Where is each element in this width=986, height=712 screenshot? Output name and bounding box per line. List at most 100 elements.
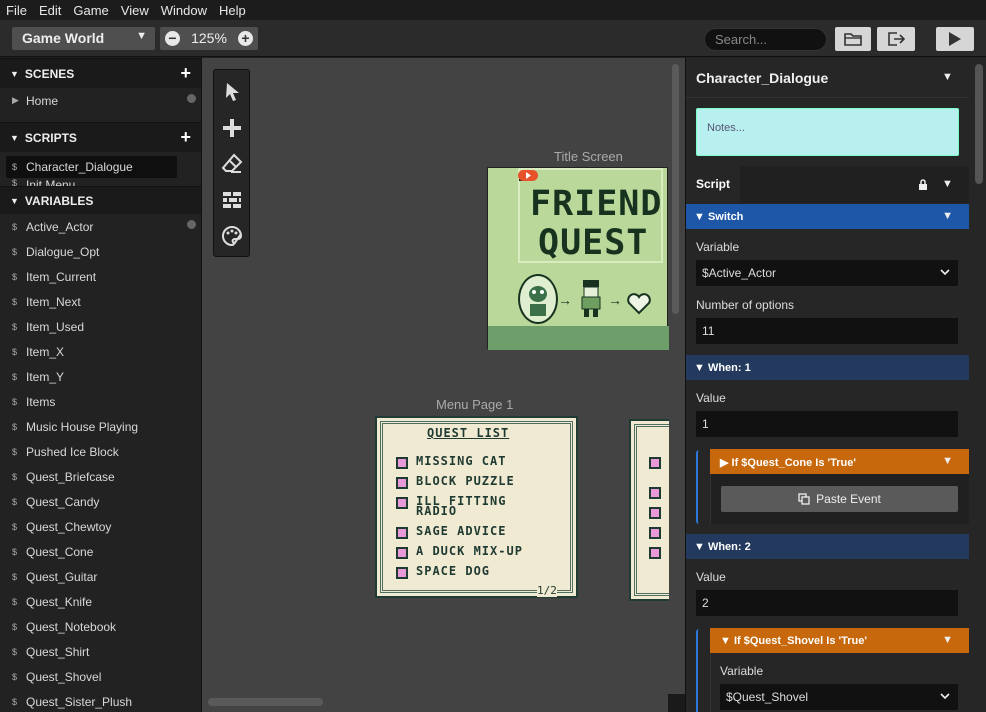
scene-menu-page-1[interactable]: QUEST LIST MISSING CAT BLOCK PUZZLE ILL FI… (375, 416, 578, 598)
sidebar-item-variable[interactable]: $ Quest_Briefcase (0, 464, 201, 489)
add-plus-icon[interactable] (220, 116, 244, 140)
menu-game[interactable]: Game (67, 3, 114, 18)
variable-icon: $ (12, 371, 18, 382)
quest-checkbox (396, 477, 408, 489)
zoom-in-button[interactable]: + (238, 31, 253, 46)
variables-section-header[interactable]: ▼ VARIABLES (0, 186, 201, 214)
ground-strip (488, 326, 669, 350)
sidebar-item-variable[interactable]: $ Music House Playing (0, 414, 201, 439)
sidebar-item-variable[interactable]: $ Item_Y (0, 364, 201, 389)
if-variable-select[interactable]: $Quest_Shovel (720, 684, 958, 710)
sidebar-item-variable[interactable]: $ Quest_Shirt (0, 639, 201, 664)
zoom-out-button[interactable]: − (165, 31, 180, 46)
menu-window[interactable]: Window (155, 3, 213, 18)
lock-icon[interactable] (918, 179, 928, 191)
if-quest-shovel-header[interactable]: ▼ If $Quest_Shovel Is 'True' ▼ (710, 628, 969, 653)
switch-event-header[interactable]: ▼ Switch ▼ (686, 204, 969, 229)
script-title[interactable]: Character_Dialogue (696, 70, 828, 86)
sidebar-item-variable[interactable]: $ Quest_Sister_Plush (0, 689, 201, 712)
sidebar-item-variable[interactable]: $ Item_X (0, 339, 201, 364)
variable-icon: $ (12, 521, 18, 532)
chevron-down-icon: ▼ (10, 132, 19, 143)
when-2-value-input[interactable]: 2 (696, 590, 958, 616)
scripts-section-header[interactable]: ▼ SCRIPTS + (0, 122, 201, 152)
notes-field[interactable]: Notes... (696, 108, 959, 156)
world-view-label: Game World (22, 30, 105, 46)
scene-title-screen[interactable]: FRIEND QUEST → → (487, 167, 669, 350)
variable-name: Quest_Briefcase (26, 469, 115, 484)
sidebar-item-variable[interactable]: $ Pushed Ice Block (0, 439, 201, 464)
tab-script[interactable]: Script (686, 166, 740, 203)
scene-menu-page-2[interactable] (629, 419, 669, 601)
sidebar-item-variable[interactable]: $ Item_Used (0, 314, 201, 339)
chevron-down-icon[interactable]: ▼ (942, 634, 953, 646)
canvas-horizontal-scrollbar[interactable] (208, 698, 323, 706)
when-1-value-input[interactable]: 1 (696, 411, 958, 437)
variable-name: Item_Used (26, 319, 85, 334)
when-1-header[interactable]: ▼ When: 1 (686, 355, 969, 380)
play-marker-icon[interactable] (518, 170, 538, 181)
player-sprite (581, 280, 601, 317)
paste-event-button[interactable]: Paste Event (721, 486, 958, 512)
menu-view[interactable]: View (115, 3, 155, 18)
collapse-triangle-icon: ▼ (694, 211, 708, 223)
export-button[interactable] (877, 27, 915, 51)
quest-item-label: SAGE ADVICE (416, 524, 507, 538)
value-label: Value (696, 570, 726, 584)
sidebar-item-variable[interactable]: $ Quest_Chewtoy (0, 514, 201, 539)
variable-name: Item_X (26, 344, 65, 359)
sidebar-item-variable[interactable]: $ Items (0, 389, 201, 414)
scroll-indicator[interactable] (187, 220, 196, 229)
sidebar-item-variable[interactable]: $ Quest_Cone (0, 539, 201, 564)
chevron-down-icon[interactable]: ▼ (942, 178, 953, 190)
sidebar-item-script-selected[interactable]: $ Character_Dialogue (6, 156, 177, 178)
chevron-down-icon (940, 693, 950, 700)
scene-label-title[interactable]: Title Screen (554, 149, 623, 164)
canvas-vertical-scrollbar[interactable] (672, 64, 679, 314)
variable-icon: $ (12, 696, 18, 707)
chevron-down-icon: ▼ (10, 195, 19, 206)
options-count-input[interactable]: 11 (696, 318, 958, 344)
chevron-down-icon[interactable]: ▼ (942, 210, 953, 222)
when-1-label: When: 1 (707, 362, 751, 374)
play-button[interactable] (936, 27, 974, 51)
sidebar-item-variable[interactable]: $ Quest_Guitar (0, 564, 201, 589)
sidebar-item-scene[interactable]: ▶ Home (0, 88, 201, 113)
add-script-button[interactable]: + (180, 127, 191, 148)
eraser-icon[interactable] (220, 152, 244, 176)
add-scene-button[interactable]: + (180, 63, 191, 84)
menu-file[interactable]: File (0, 3, 33, 18)
chevron-down-icon[interactable]: ▼ (942, 455, 953, 467)
menu-edit[interactable]: Edit (33, 3, 67, 18)
sidebar-item-variable[interactable]: $ Item_Current (0, 264, 201, 289)
sidebar-item-variable[interactable]: $ Item_Next (0, 289, 201, 314)
chevron-down-icon[interactable]: ▼ (942, 71, 953, 83)
sidebar-item-variable[interactable]: $ Quest_Candy (0, 489, 201, 514)
menu-help[interactable]: Help (213, 3, 252, 18)
sidebar-item-script[interactable]: $ Init Menu (0, 178, 201, 186)
world-view-select[interactable]: Game World ▼ (12, 27, 155, 50)
sidebar-item-variable[interactable]: $ Dialogue_Opt (0, 239, 201, 264)
variable-icon: $ (12, 271, 18, 282)
sidebar-item-variable[interactable]: $ Active_Actor (0, 214, 201, 239)
search-input[interactable]: Search... (704, 28, 827, 51)
folder-icon (844, 33, 862, 46)
if-quest-cone-header[interactable]: ▶ If $Quest_Cone Is 'True' ▼ (710, 449, 969, 474)
world-canvas[interactable]: Title Screen FRIEND QUEST → → Menu Page … (202, 58, 685, 712)
sidebar-item-variable[interactable]: $ Quest_Notebook (0, 614, 201, 639)
scene-label-menu[interactable]: Menu Page 1 (436, 397, 513, 412)
when-2-header[interactable]: ▼ When: 2 (686, 534, 969, 559)
collision-bricks-icon[interactable] (220, 188, 244, 212)
palette-icon[interactable] (220, 224, 244, 248)
scroll-indicator[interactable] (187, 94, 196, 103)
open-folder-button[interactable] (835, 27, 871, 51)
sidebar-item-variable[interactable]: $ Quest_Knife (0, 589, 201, 614)
variable-name: Quest_Knife (26, 594, 93, 609)
options-label: Number of options (696, 298, 795, 312)
scenes-section-header[interactable]: ▼ SCENES + (0, 58, 201, 88)
panel-scrollbar[interactable] (975, 64, 983, 184)
variable-select[interactable]: $Active_Actor (696, 260, 958, 286)
collapse-triangle-icon: ▼ (720, 635, 734, 647)
sidebar-item-variable[interactable]: $ Quest_Shovel (0, 664, 201, 689)
select-cursor-icon[interactable] (220, 80, 244, 104)
